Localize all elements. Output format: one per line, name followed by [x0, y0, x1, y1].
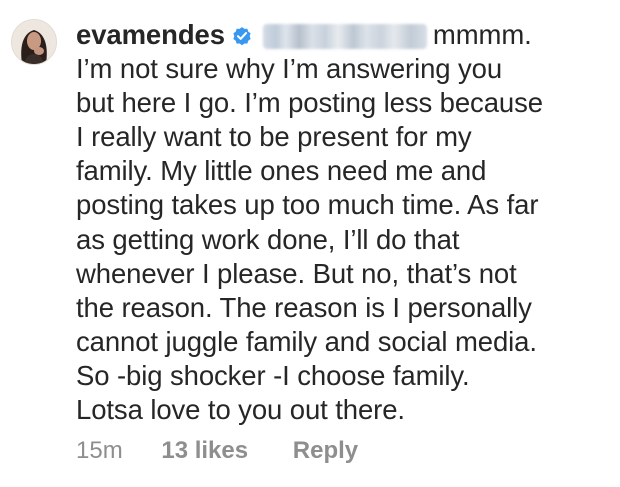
blurred-mention[interactable]	[262, 24, 427, 49]
verified-badge-icon	[233, 27, 251, 46]
comment-line: I really want to be present for my	[76, 121, 472, 153]
comment-line: So -big shocker -I choose family.	[76, 359, 470, 391]
comment-line: cannot juggle family and social media.	[76, 325, 537, 357]
avatar-portrait-icon	[12, 20, 56, 64]
comment-text: evamendes mmmm. I’m not sure why I’m answ…	[76, 18, 606, 427]
comment-line: the reason. The reason is I personally	[76, 291, 532, 323]
comment-first-words: mmmm.	[432, 19, 532, 50]
comment-line: family. My little ones need me and	[76, 155, 487, 187]
likes-count-button[interactable]: 13 likes	[161, 436, 248, 466]
comment-meta: 15m 13 likes Reply	[76, 436, 358, 466]
profile-avatar[interactable]	[11, 19, 57, 65]
comment-timestamp: 15m	[76, 437, 123, 464]
reply-button[interactable]: Reply	[293, 436, 358, 466]
comment-line: Lotsa love to you out there.	[76, 394, 405, 426]
comment-line: as getting work done, I’ll do that	[76, 223, 460, 255]
comment-line: I’m not sure why I’m answering you	[76, 53, 503, 85]
comment: evamendes mmmm. I’m not sure why I’m answ…	[0, 0, 620, 487]
comment-header-line: evamendes mmmm.	[76, 18, 606, 52]
username-link[interactable]: evamendes	[76, 19, 225, 50]
comment-line: but here I go. I’m posting less because	[76, 87, 543, 119]
comment-line: whenever I please. But no, that’s not	[76, 257, 517, 289]
comment-line: posting takes up too much time. As far	[76, 189, 539, 221]
